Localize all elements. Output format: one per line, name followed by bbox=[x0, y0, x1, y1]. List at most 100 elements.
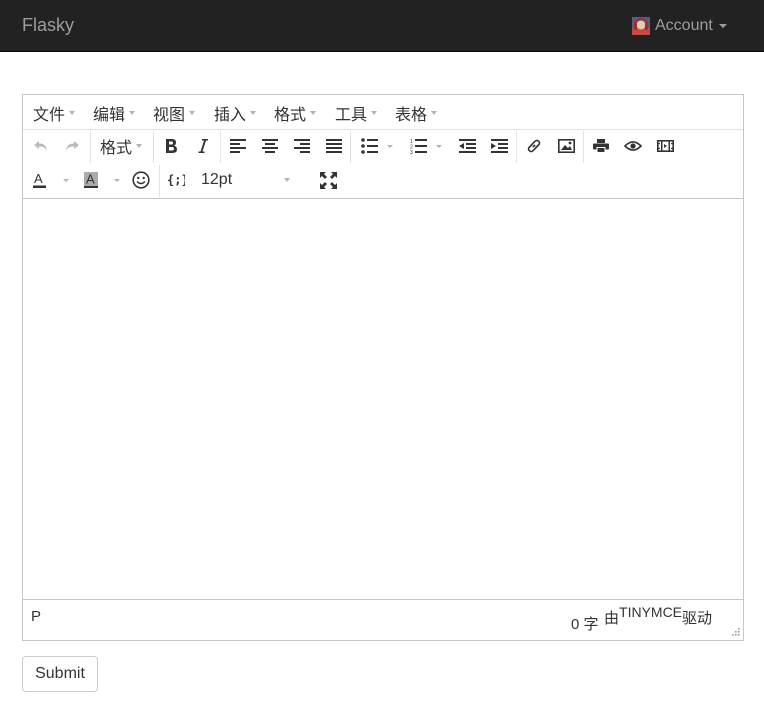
branding-brand: TINYMCE bbox=[619, 604, 683, 620]
chevron-down-icon bbox=[250, 111, 257, 115]
toolbar-separator bbox=[583, 131, 584, 163]
toolbar-separator bbox=[90, 131, 91, 163]
text-color-icon: A bbox=[33, 171, 69, 188]
align-left-icon bbox=[230, 139, 246, 153]
font-size-dropdown[interactable]: 12pt bbox=[193, 167, 305, 193]
align-left-button[interactable] bbox=[226, 133, 250, 159]
toolbar-separator bbox=[153, 131, 154, 163]
rich-text-editor: 文件 编辑 视图 插入 格式 工具 表格 格式 123 A A {; 12pt … bbox=[22, 94, 744, 641]
svg-text:{;}: {;} bbox=[167, 173, 185, 187]
toolbar-separator bbox=[220, 131, 221, 163]
svg-text:A: A bbox=[86, 172, 95, 187]
indent-button[interactable] bbox=[487, 133, 511, 159]
brand-link[interactable]: Flasky bbox=[22, 15, 74, 36]
undo-button[interactable] bbox=[29, 133, 53, 159]
chevron-down-icon bbox=[136, 144, 142, 148]
powered-by-link[interactable]: 由TINYMCE驱动 bbox=[604, 604, 713, 628]
image-icon bbox=[557, 138, 575, 153]
undo-icon bbox=[34, 141, 47, 151]
menu-view-label: 视图 bbox=[153, 107, 186, 124]
print-icon bbox=[593, 139, 609, 153]
menu-format[interactable]: 格式 bbox=[274, 103, 317, 124]
svg-text:A: A bbox=[34, 171, 43, 186]
indent-icon bbox=[490, 139, 508, 153]
menu-table[interactable]: 表格 bbox=[395, 103, 438, 124]
toolbar-separator bbox=[159, 165, 160, 197]
media-button[interactable] bbox=[653, 133, 677, 159]
bold-icon bbox=[166, 139, 177, 153]
text-color-button[interactable]: A bbox=[31, 167, 73, 193]
chevron-down-icon bbox=[431, 111, 438, 115]
align-center-button[interactable] bbox=[258, 133, 282, 159]
editor-statusbar: P 0 字 由TINYMCE驱动 bbox=[23, 599, 743, 640]
align-center-icon bbox=[262, 139, 278, 153]
word-count: 0 字 bbox=[571, 616, 599, 633]
chevron-down-icon bbox=[371, 111, 378, 115]
link-button[interactable] bbox=[522, 133, 546, 159]
chevron-down-icon bbox=[69, 111, 76, 115]
avatar bbox=[632, 17, 650, 35]
format-dropdown-label: 格式 bbox=[99, 140, 132, 157]
chevron-down-icon bbox=[189, 111, 196, 115]
code-button[interactable]: {;} bbox=[164, 167, 188, 193]
menu-table-label: 表格 bbox=[395, 107, 428, 124]
resize-handle-icon[interactable] bbox=[730, 628, 740, 638]
bullet-list-button[interactable] bbox=[357, 133, 399, 159]
bullet-list-icon bbox=[361, 138, 393, 154]
chevron-down-icon bbox=[718, 24, 727, 28]
menu-file[interactable]: 文件 bbox=[33, 103, 76, 124]
link-icon bbox=[527, 139, 541, 153]
menu-insert[interactable]: 插入 bbox=[214, 103, 257, 124]
menu-edit[interactable]: 编辑 bbox=[93, 103, 136, 124]
fullscreen-icon bbox=[319, 171, 337, 189]
editor-menubar: 文件 编辑 视图 插入 格式 工具 表格 bbox=[23, 95, 743, 130]
chevron-down-icon bbox=[129, 111, 136, 115]
outdent-button[interactable] bbox=[455, 133, 479, 159]
background-color-icon: A bbox=[84, 172, 120, 188]
menu-format-label: 格式 bbox=[274, 107, 307, 124]
account-label: Account bbox=[655, 17, 713, 34]
image-button[interactable] bbox=[554, 133, 578, 159]
align-right-button[interactable] bbox=[290, 133, 314, 159]
menu-insert-label: 插入 bbox=[214, 107, 247, 124]
bold-button[interactable] bbox=[159, 133, 183, 159]
align-justify-icon bbox=[326, 139, 342, 153]
italic-icon bbox=[198, 139, 208, 153]
code-icon: {;} bbox=[167, 173, 185, 187]
print-button[interactable] bbox=[589, 133, 613, 159]
outdent-icon bbox=[458, 139, 476, 153]
toolbar-separator bbox=[350, 131, 351, 163]
emoticon-button[interactable] bbox=[129, 167, 153, 193]
background-color-button[interactable]: A bbox=[81, 167, 123, 193]
chevron-down-icon bbox=[310, 111, 317, 115]
format-dropdown[interactable]: 格式 bbox=[93, 133, 149, 159]
fullscreen-button[interactable] bbox=[316, 167, 340, 193]
italic-button[interactable] bbox=[191, 133, 215, 159]
menu-view[interactable]: 视图 bbox=[153, 103, 196, 124]
chevron-down-icon bbox=[284, 178, 291, 182]
redo-button[interactable] bbox=[60, 133, 84, 159]
menu-file-label: 文件 bbox=[33, 107, 66, 124]
menu-tools[interactable]: 工具 bbox=[335, 103, 378, 124]
redo-icon bbox=[66, 141, 79, 151]
branding-suffix: 驱动 bbox=[682, 610, 713, 627]
numbered-list-button[interactable]: 123 bbox=[406, 133, 448, 159]
account-dropdown[interactable]: Account bbox=[632, 15, 727, 37]
editor-content-area[interactable] bbox=[23, 199, 743, 599]
submit-button[interactable]: Submit bbox=[22, 656, 98, 692]
align-right-icon bbox=[294, 139, 310, 153]
numbered-list-icon: 123 bbox=[410, 139, 442, 154]
font-size-label: 12pt bbox=[201, 171, 233, 188]
element-path[interactable]: P bbox=[31, 608, 41, 625]
align-justify-button[interactable] bbox=[322, 133, 346, 159]
svg-text:3: 3 bbox=[410, 150, 413, 154]
preview-button[interactable] bbox=[621, 133, 645, 159]
preview-icon bbox=[624, 141, 642, 151]
media-icon bbox=[656, 139, 674, 152]
branding-prefix: 由 bbox=[604, 610, 620, 627]
emoticon-icon bbox=[132, 171, 150, 189]
menu-tools-label: 工具 bbox=[335, 107, 368, 124]
top-navbar: Flasky Account bbox=[0, 0, 764, 52]
menu-edit-label: 编辑 bbox=[93, 107, 126, 124]
toolbar-separator bbox=[516, 131, 517, 163]
